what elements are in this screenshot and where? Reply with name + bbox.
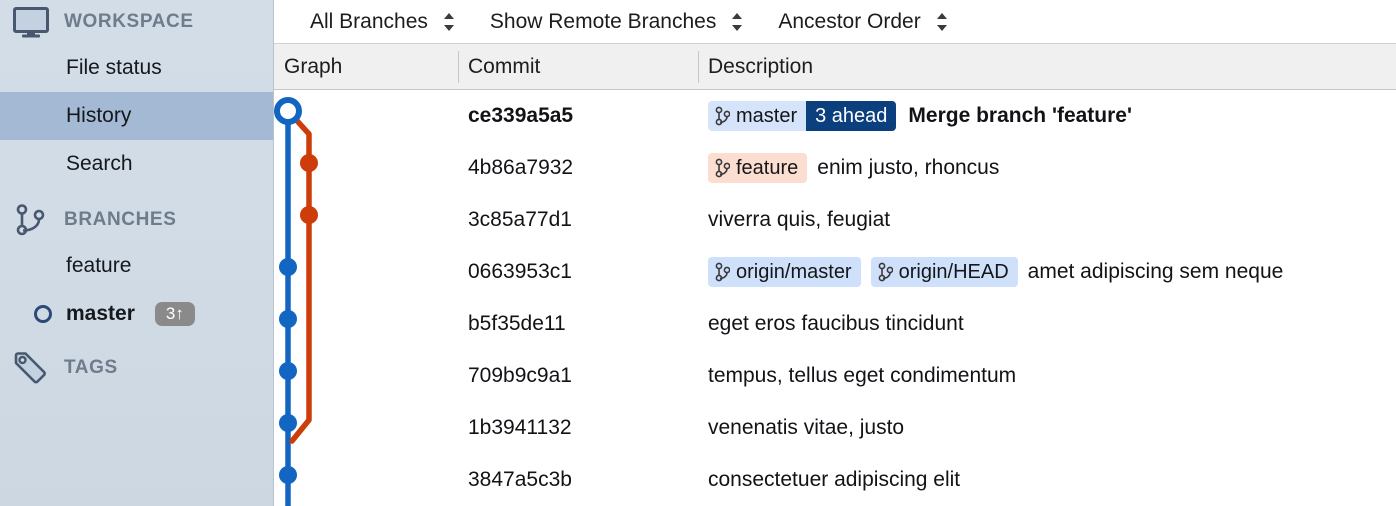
sidebar-item-label: Search	[66, 152, 133, 175]
cell-description: feature enim justo, rhoncus	[698, 153, 1396, 183]
sidebar-item-label: File status	[66, 56, 162, 79]
table-row[interactable]: ce339a5a5 master 3 ahead Merge branch 'f…	[274, 90, 1396, 142]
sidebar-section-branches: BRANCHES	[0, 198, 273, 242]
cell-description: tempus, tellus eget condimentum	[698, 364, 1396, 388]
cell-description: viverra quis, feugiat	[698, 208, 1396, 232]
sidebar-branch-master[interactable]: master 3↑	[0, 290, 273, 338]
cell-description: consectetuer adipiscing elit	[698, 468, 1396, 492]
history-pane: All Branches Show Remote Branches Ancest…	[274, 0, 1396, 506]
cell-commit-hash: 4b86a7932	[468, 156, 574, 179]
commit-list: ce339a5a5 master 3 ahead Merge branch 'f…	[274, 90, 1396, 506]
table-column-headers: Graph Commit Description	[274, 44, 1396, 90]
sidebar-branch-label: master	[66, 302, 135, 325]
git-branch-icon	[12, 203, 56, 237]
current-branch-marker-icon	[34, 305, 52, 323]
order-filter-value: Ancestor Order	[778, 9, 921, 33]
commit-description: enim justo, rhoncus	[817, 156, 1000, 179]
monitor-icon	[12, 5, 56, 39]
remote-filter-dropdown[interactable]: Show Remote Branches	[490, 0, 750, 44]
ref-ahead-badge: 3 ahead	[806, 101, 897, 131]
remote-filter-value: Show Remote Branches	[489, 9, 717, 33]
cell-commit-hash: 0663953c1	[468, 260, 572, 283]
git-branch-icon	[878, 262, 894, 282]
cell-commit-hash: 3c85a77d1	[468, 208, 572, 231]
commit-description: amet adipiscing sem neque	[1027, 260, 1284, 283]
order-filter-dropdown[interactable]: Ancestor Order	[778, 0, 954, 44]
commit-description: consectetuer adipiscing elit	[708, 468, 961, 491]
history-toolbar: All Branches Show Remote Branches Ancest…	[274, 0, 1396, 44]
ref-badge-label: feature	[736, 156, 799, 179]
ref-badge-label: master	[736, 104, 798, 127]
chevron-updown-icon	[730, 10, 744, 34]
ref-badge-feature[interactable]: feature	[708, 153, 808, 183]
branch-filter-dropdown[interactable]: All Branches	[310, 0, 462, 44]
git-history-window: WORKSPACE File status History Search BRA…	[0, 0, 1396, 506]
git-branch-icon	[715, 158, 731, 178]
cell-commit-hash: 1b3941132	[468, 416, 572, 439]
commit-description: tempus, tellus eget condimentum	[708, 364, 1017, 387]
git-branch-icon	[715, 262, 731, 282]
sidebar-item-file-status[interactable]: File status	[0, 44, 273, 92]
ref-badge-origin-head[interactable]: origin/HEAD	[870, 257, 1018, 287]
table-row[interactable]: 3847a5c3b consectetuer adipiscing elit	[274, 454, 1396, 506]
sidebar-item-label: History	[66, 104, 132, 127]
sidebar-section-tags: TAGS	[0, 346, 273, 390]
sidebar-section-label: TAGS	[64, 357, 118, 378]
cell-description: origin/master origin/HEAD amet adipiscin…	[698, 257, 1396, 287]
column-header-commit[interactable]: Commit	[458, 44, 698, 90]
cell-commit-hash: 709b9c9a1	[468, 364, 572, 387]
git-branch-icon	[715, 106, 731, 126]
sidebar-item-search[interactable]: Search	[0, 140, 273, 188]
ref-badge-label: origin/master	[736, 260, 852, 283]
sidebar: WORKSPACE File status History Search BRA…	[0, 0, 274, 506]
cell-description: master 3 ahead Merge branch 'feature'	[698, 101, 1396, 131]
column-header-description[interactable]: Description	[698, 44, 1396, 90]
tag-icon	[12, 351, 56, 385]
table-row[interactable]: 4b86a7932 feature enim justo, rhoncus	[274, 142, 1396, 194]
ref-badge-label: origin/HEAD	[898, 260, 1009, 283]
table-row[interactable]: 709b9c9a1 tempus, tellus eget condimentu…	[274, 350, 1396, 402]
sidebar-section-workspace: WORKSPACE	[0, 0, 273, 44]
cell-description: eget eros faucibus tincidunt	[698, 312, 1396, 336]
cell-commit-hash: 3847a5c3b	[468, 468, 572, 491]
ref-badge-master[interactable]: master	[708, 101, 807, 131]
sidebar-branch-ahead-badge: 3↑	[154, 302, 195, 326]
ref-badge-origin-master[interactable]: origin/master	[708, 257, 861, 287]
cell-description: venenatis vitae, justo	[698, 416, 1396, 440]
chevron-updown-icon	[935, 10, 949, 34]
sidebar-section-label: BRANCHES	[64, 209, 177, 230]
sidebar-branch-feature[interactable]: feature	[0, 242, 273, 290]
table-row[interactable]: b5f35de11 eget eros faucibus tincidunt	[274, 298, 1396, 350]
column-header-graph[interactable]: Graph	[274, 44, 458, 90]
table-row[interactable]: 0663953c1 origin/master origin/HEAD amet…	[274, 246, 1396, 298]
branch-filter-value: All Branches	[310, 9, 428, 33]
commit-description: venenatis vitae, justo	[708, 416, 905, 439]
chevron-updown-icon	[442, 10, 456, 34]
sidebar-item-history[interactable]: History	[0, 92, 273, 140]
cell-commit-hash: b5f35de11	[468, 312, 566, 335]
table-row[interactable]: 1b3941132 venenatis vitae, justo	[274, 402, 1396, 454]
commit-description: Merge branch 'feature'	[908, 104, 1132, 127]
ref-badge-group[interactable]: master 3 ahead	[708, 101, 897, 131]
cell-commit-hash: ce339a5a5	[468, 104, 574, 127]
sidebar-section-label: WORKSPACE	[64, 11, 194, 32]
sidebar-branch-label: feature	[66, 254, 132, 277]
commit-description: viverra quis, feugiat	[708, 208, 891, 231]
table-row[interactable]: 3c85a77d1 viverra quis, feugiat	[274, 194, 1396, 246]
commit-description: eget eros faucibus tincidunt	[708, 312, 964, 335]
